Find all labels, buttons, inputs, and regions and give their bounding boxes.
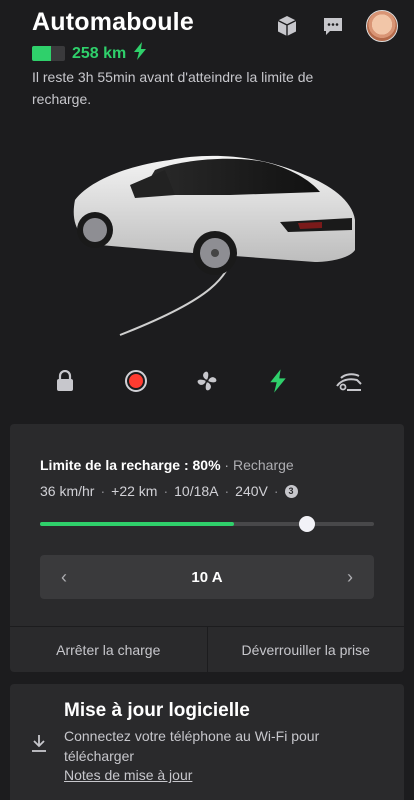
record-icon[interactable] [119, 366, 153, 396]
charge-actions: Arrêter la charge Déverrouiller la prise [10, 626, 404, 672]
charge-limit-slider[interactable] [40, 516, 374, 532]
chat-icon[interactable] [320, 13, 346, 39]
amps-stepper: ‹ 10 A › [40, 555, 374, 599]
charge-status-text: Il reste 3h 55min avant d'atteindre la l… [32, 69, 314, 107]
update-title: Mise à jour logicielle [64, 700, 250, 721]
header: Automaboule [32, 8, 398, 42]
header-icons [274, 10, 398, 42]
charge-voltage: 240V [235, 483, 268, 499]
charge-bolt-icon[interactable] [261, 366, 295, 396]
stop-charging-button[interactable]: Arrêter la charge [10, 627, 207, 672]
slider-thumb[interactable] [299, 516, 316, 532]
unlock-port-button[interactable]: Déverrouiller la prise [206, 627, 405, 672]
download-icon [32, 735, 46, 752]
charge-stats: 36 km/hr · +22 km · 10/18A · 240V · 3 [40, 483, 298, 499]
amps-value: 10 A [191, 568, 223, 586]
charging-bolt-icon [133, 42, 147, 65]
charge-level-fill [40, 522, 234, 526]
charge-limit-label: Limite de la recharge : 80% [40, 457, 221, 473]
vehicle-image [73, 155, 355, 336]
battery-row: 258 km [32, 42, 147, 65]
charge-rate: 36 km/hr [40, 483, 95, 499]
increase-amps-button[interactable]: › [340, 567, 360, 588]
trunk-icon[interactable] [332, 366, 366, 396]
decrease-amps-button[interactable]: ‹ [54, 567, 74, 588]
info-badge[interactable]: 3 [284, 484, 298, 498]
range-value: 258 km [72, 44, 127, 62]
battery-gauge [32, 46, 65, 61]
avatar[interactable] [366, 10, 398, 42]
charge-state-label: Recharge [232, 457, 294, 473]
fan-icon[interactable] [190, 366, 224, 396]
box-icon[interactable] [274, 13, 300, 39]
lock-icon[interactable] [48, 366, 82, 396]
update-description: Connectez votre téléphone au Wi-Fi pour … [64, 728, 320, 764]
charge-current: 10/18A [174, 483, 219, 499]
release-notes-link[interactable]: Notes de mise à jour [64, 767, 192, 783]
charging-card: Limite de la recharge : 80% · Recharge 3… [10, 424, 404, 672]
range-added: +22 km [111, 483, 158, 499]
quick-controls [0, 366, 414, 396]
charge-limit-line: Limite de la recharge : 80% · Recharge [40, 457, 294, 473]
software-update-card[interactable]: Mise à jour logicielle Connectez votre t… [10, 684, 404, 800]
